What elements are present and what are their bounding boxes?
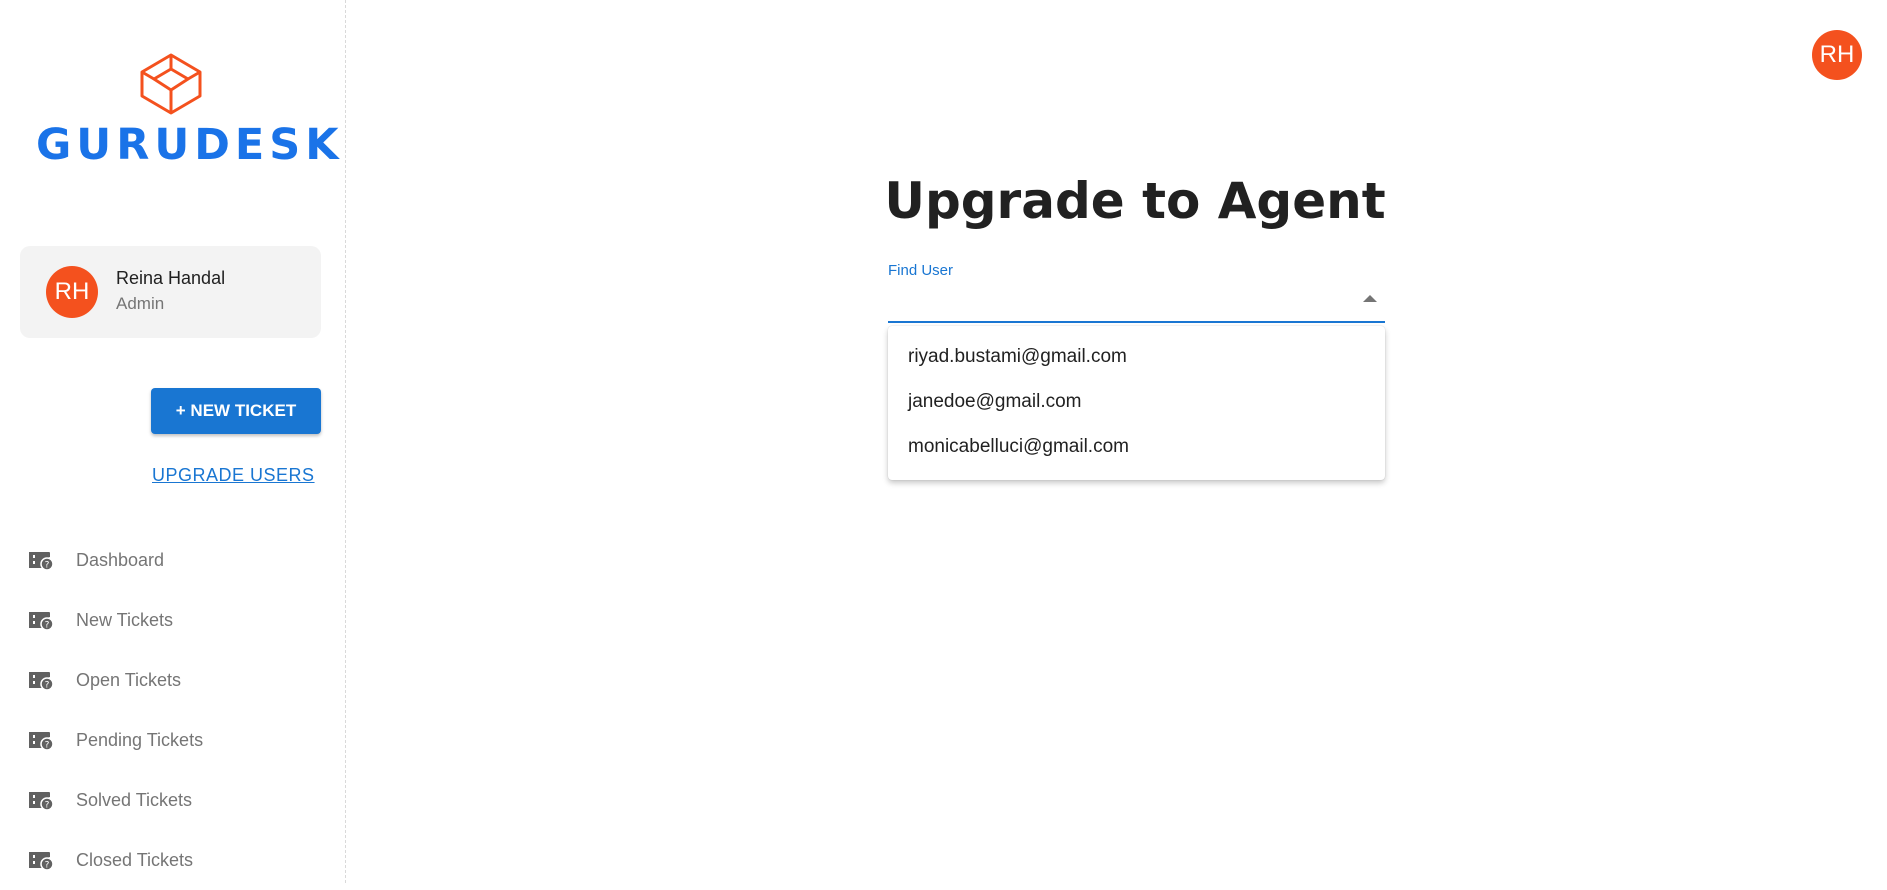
sidebar: GURUDESK RH Reina Handal Admin + NEW TIC… <box>0 0 346 883</box>
user-card: RH Reina Handal Admin <box>20 246 321 338</box>
find-user-input[interactable] <box>888 280 1348 320</box>
dropdown-option[interactable]: monicabelluci@gmail.com <box>888 424 1385 469</box>
ticket-icon: ? <box>29 552 54 571</box>
dropdown-option[interactable]: riyad.bustami@gmail.com <box>888 334 1385 379</box>
ticket-icon: ? <box>29 612 54 631</box>
sidebar-item-label: Open Tickets <box>76 669 182 690</box>
ticket-icon: ? <box>29 732 54 751</box>
cube-logo-icon <box>140 53 202 115</box>
ticket-icon: ? <box>29 792 54 811</box>
brand-logo[interactable]: GURUDESK <box>36 52 344 170</box>
dropdown-option[interactable]: janedoe@gmail.com <box>888 379 1385 424</box>
sidebar-item-label: Solved Tickets <box>76 789 193 810</box>
sidebar-item-label: New Tickets <box>76 609 174 630</box>
sidebar-item-closed-tickets[interactable]: ? Closed Tickets <box>0 830 346 890</box>
sidebar-item-label: Closed Tickets <box>76 849 194 870</box>
svg-text:?: ? <box>45 561 50 571</box>
new-ticket-button[interactable]: + NEW TICKET <box>151 388 321 434</box>
ticket-icon: ? <box>29 852 54 871</box>
svg-text:?: ? <box>45 681 50 691</box>
user-role: Admin <box>116 294 165 313</box>
upgrade-users-link[interactable]: UPGRADE USERS <box>152 465 315 486</box>
user-name: Reina Handal <box>116 268 226 288</box>
page-title: Upgrade to Agent <box>884 172 1386 230</box>
sidebar-item-label: Dashboard <box>76 549 165 570</box>
ticket-icon: ? <box>29 672 54 691</box>
sidebar-item-dashboard[interactable]: ? Dashboard <box>0 530 346 590</box>
svg-text:?: ? <box>45 621 50 631</box>
svg-text:?: ? <box>45 861 50 871</box>
sidebar-item-new-tickets[interactable]: ? New Tickets <box>0 590 346 650</box>
sidebar-item-open-tickets[interactable]: ? Open Tickets <box>0 650 346 710</box>
svg-text:?: ? <box>45 741 50 751</box>
chevron-up-icon[interactable] <box>1363 295 1377 302</box>
sidebar-item-pending-tickets[interactable]: ? Pending Tickets <box>0 710 346 770</box>
sidebar-nav: ? Dashboard ? New Tickets ? Open Tickets… <box>0 530 346 890</box>
svg-text:?: ? <box>45 801 50 811</box>
user-options-dropdown: riyad.bustami@gmail.com janedoe@gmail.co… <box>888 326 1385 480</box>
sidebar-item-label: Pending Tickets <box>76 729 204 750</box>
find-user-field <box>888 280 1385 323</box>
brand-name: GURUDESK <box>36 120 344 170</box>
account-avatar[interactable]: RH <box>1812 30 1862 80</box>
avatar[interactable]: RH <box>46 266 98 318</box>
sidebar-item-solved-tickets[interactable]: ? Solved Tickets <box>0 770 346 830</box>
find-user-label: Find User <box>888 262 954 279</box>
